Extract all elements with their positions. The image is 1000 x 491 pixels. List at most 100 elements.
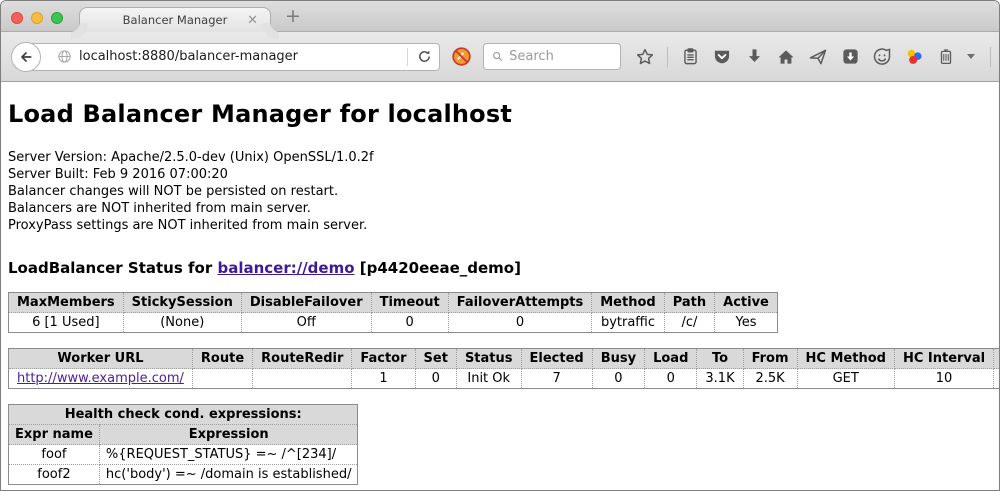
table-cell: 0 (415, 369, 456, 389)
traffic-lights (11, 12, 63, 24)
new-tab-button[interactable]: + (285, 5, 301, 27)
server-version-line: Server Version: Apache/2.5.0-dev (Unix) … (8, 149, 991, 166)
send-tab-icon (808, 47, 828, 67)
column-header: Route (192, 349, 252, 369)
reading-list-icon (681, 47, 700, 66)
bookmark-star-button[interactable] (634, 46, 656, 68)
table-cell: bytraffic (592, 313, 664, 333)
column-header: Load (645, 349, 697, 369)
colored-dots-icon[interactable] (903, 46, 925, 68)
table-cell: 1 (352, 369, 415, 389)
toolbar-divider (667, 47, 668, 67)
server-info: Server Version: Apache/2.5.0-dev (Unix) … (8, 149, 991, 234)
downloads-icon (745, 47, 764, 66)
worker-url-link[interactable]: http://www.example.com/ (17, 371, 184, 386)
feedback-smiley-button[interactable] (871, 46, 893, 68)
bookmark-star-icon (635, 47, 655, 67)
column-header: To (697, 349, 743, 369)
video-download-icon (841, 47, 860, 66)
url-input[interactable] (79, 49, 405, 64)
page-content: Load Balancer Manager for localhost Serv… (1, 82, 999, 490)
column-header: FailoverAttempts (448, 293, 592, 313)
close-window-button[interactable] (11, 12, 23, 24)
reload-icon (417, 49, 432, 64)
hc-table-title: Health check cond. expressions: (9, 405, 358, 425)
column-header: RouteRedir (253, 349, 352, 369)
back-button[interactable] (11, 42, 41, 72)
table-row: http://www.example.com/ 1 0 Init Ok 7 0 … (9, 369, 1000, 389)
column-header: Method (592, 293, 664, 313)
balancers-notice-line: Balancers are NOT inherited from main se… (8, 200, 991, 217)
table-cell: 3.1K (697, 369, 743, 389)
expression-cell: %{REQUEST_STATUS} =~ /^[234]/ (99, 445, 358, 465)
table-cell: /c/ (664, 313, 714, 333)
send-tab-button[interactable] (807, 46, 829, 68)
column-header: StickySession (123, 293, 241, 313)
expression-cell: hc('body') =~ /domain is established/ (99, 465, 358, 485)
column-header: MaxMembers (9, 293, 124, 313)
navigation-toolbar (1, 32, 999, 82)
table-cell: (None) (123, 313, 241, 333)
table-cell: GET (797, 369, 894, 389)
column-header: Expr name (9, 425, 100, 445)
column-header: HC Interval (894, 349, 993, 369)
browser-window: Balancer Manager × + (0, 0, 1000, 491)
table-cell: 0 (645, 369, 697, 389)
column-header: Busy (592, 349, 644, 369)
table-row: foof2 hc('body') =~ /domain is establish… (9, 465, 358, 485)
table-cell: Off (241, 313, 371, 333)
pocket-icon (712, 47, 732, 67)
balancer-demo-link[interactable]: balancer://demo (217, 259, 354, 277)
status-heading-suffix: [p4420eeae_demo] (355, 259, 521, 277)
notes-icon (937, 48, 955, 66)
tab-title: Balancer Manager (123, 13, 228, 27)
tab-close-icon[interactable]: × (247, 14, 258, 27)
table-row: foof %{REQUEST_STATUS} =~ /^[234]/ (9, 445, 358, 465)
column-header: Elected (521, 349, 592, 369)
search-input[interactable] (509, 49, 612, 64)
toolbar-buttons (634, 46, 1000, 68)
proxypass-notice-line: ProxyPass settings are NOT inherited fro… (8, 217, 991, 234)
reading-list-button[interactable] (679, 46, 701, 68)
table-cell (253, 369, 352, 389)
block-plugin-button[interactable] (451, 46, 472, 67)
home-icon (776, 47, 796, 67)
column-header: Passes (994, 349, 999, 369)
search-bar[interactable] (483, 43, 621, 70)
table-cell: Init Ok (456, 369, 521, 389)
tab-balancer-manager[interactable]: Balancer Manager × (79, 7, 271, 32)
status-heading-prefix: LoadBalancer Status for (8, 259, 217, 277)
table-row: 6 [1 Used] (None) Off 0 0 bytraffic /c/ … (9, 313, 778, 333)
expr-name-cell: foof (9, 445, 100, 465)
downloads-button[interactable] (743, 46, 765, 68)
table-cell: Yes (715, 313, 778, 333)
globe-icon (50, 49, 79, 64)
column-header: Active (715, 293, 778, 313)
column-header: Set (415, 349, 456, 369)
column-header: Factor (352, 349, 415, 369)
worker-url-cell: http://www.example.com/ (9, 369, 193, 389)
url-bar[interactable] (25, 43, 440, 71)
table-cell: 6 [1 Used] (9, 313, 124, 333)
home-button[interactable] (775, 46, 797, 68)
table-cell: 2.5K (743, 369, 797, 389)
video-download-button[interactable] (839, 46, 861, 68)
column-header: HC Method (797, 349, 894, 369)
table-cell: 10 (894, 369, 993, 389)
zoom-window-button[interactable] (51, 12, 63, 24)
table-cell: 1 (0) (994, 369, 999, 389)
column-header: Expression (99, 425, 358, 445)
feedback-smiley-icon (872, 47, 892, 67)
pocket-button[interactable] (711, 46, 733, 68)
notes-button[interactable] (935, 46, 957, 68)
table-cell: 0 (448, 313, 592, 333)
table-cell: 0 (371, 313, 448, 333)
urlbar-divider (407, 48, 408, 66)
table-cell: 7 (521, 369, 592, 389)
page-title: Load Balancer Manager for localhost (8, 100, 991, 128)
reload-button[interactable] (410, 49, 439, 64)
minimize-window-button[interactable] (31, 12, 43, 24)
overflow-chevron-button[interactable] (967, 46, 979, 68)
column-header: Status (456, 349, 521, 369)
health-check-expressions-table: Health check cond. expressions: Expr nam… (8, 404, 358, 485)
